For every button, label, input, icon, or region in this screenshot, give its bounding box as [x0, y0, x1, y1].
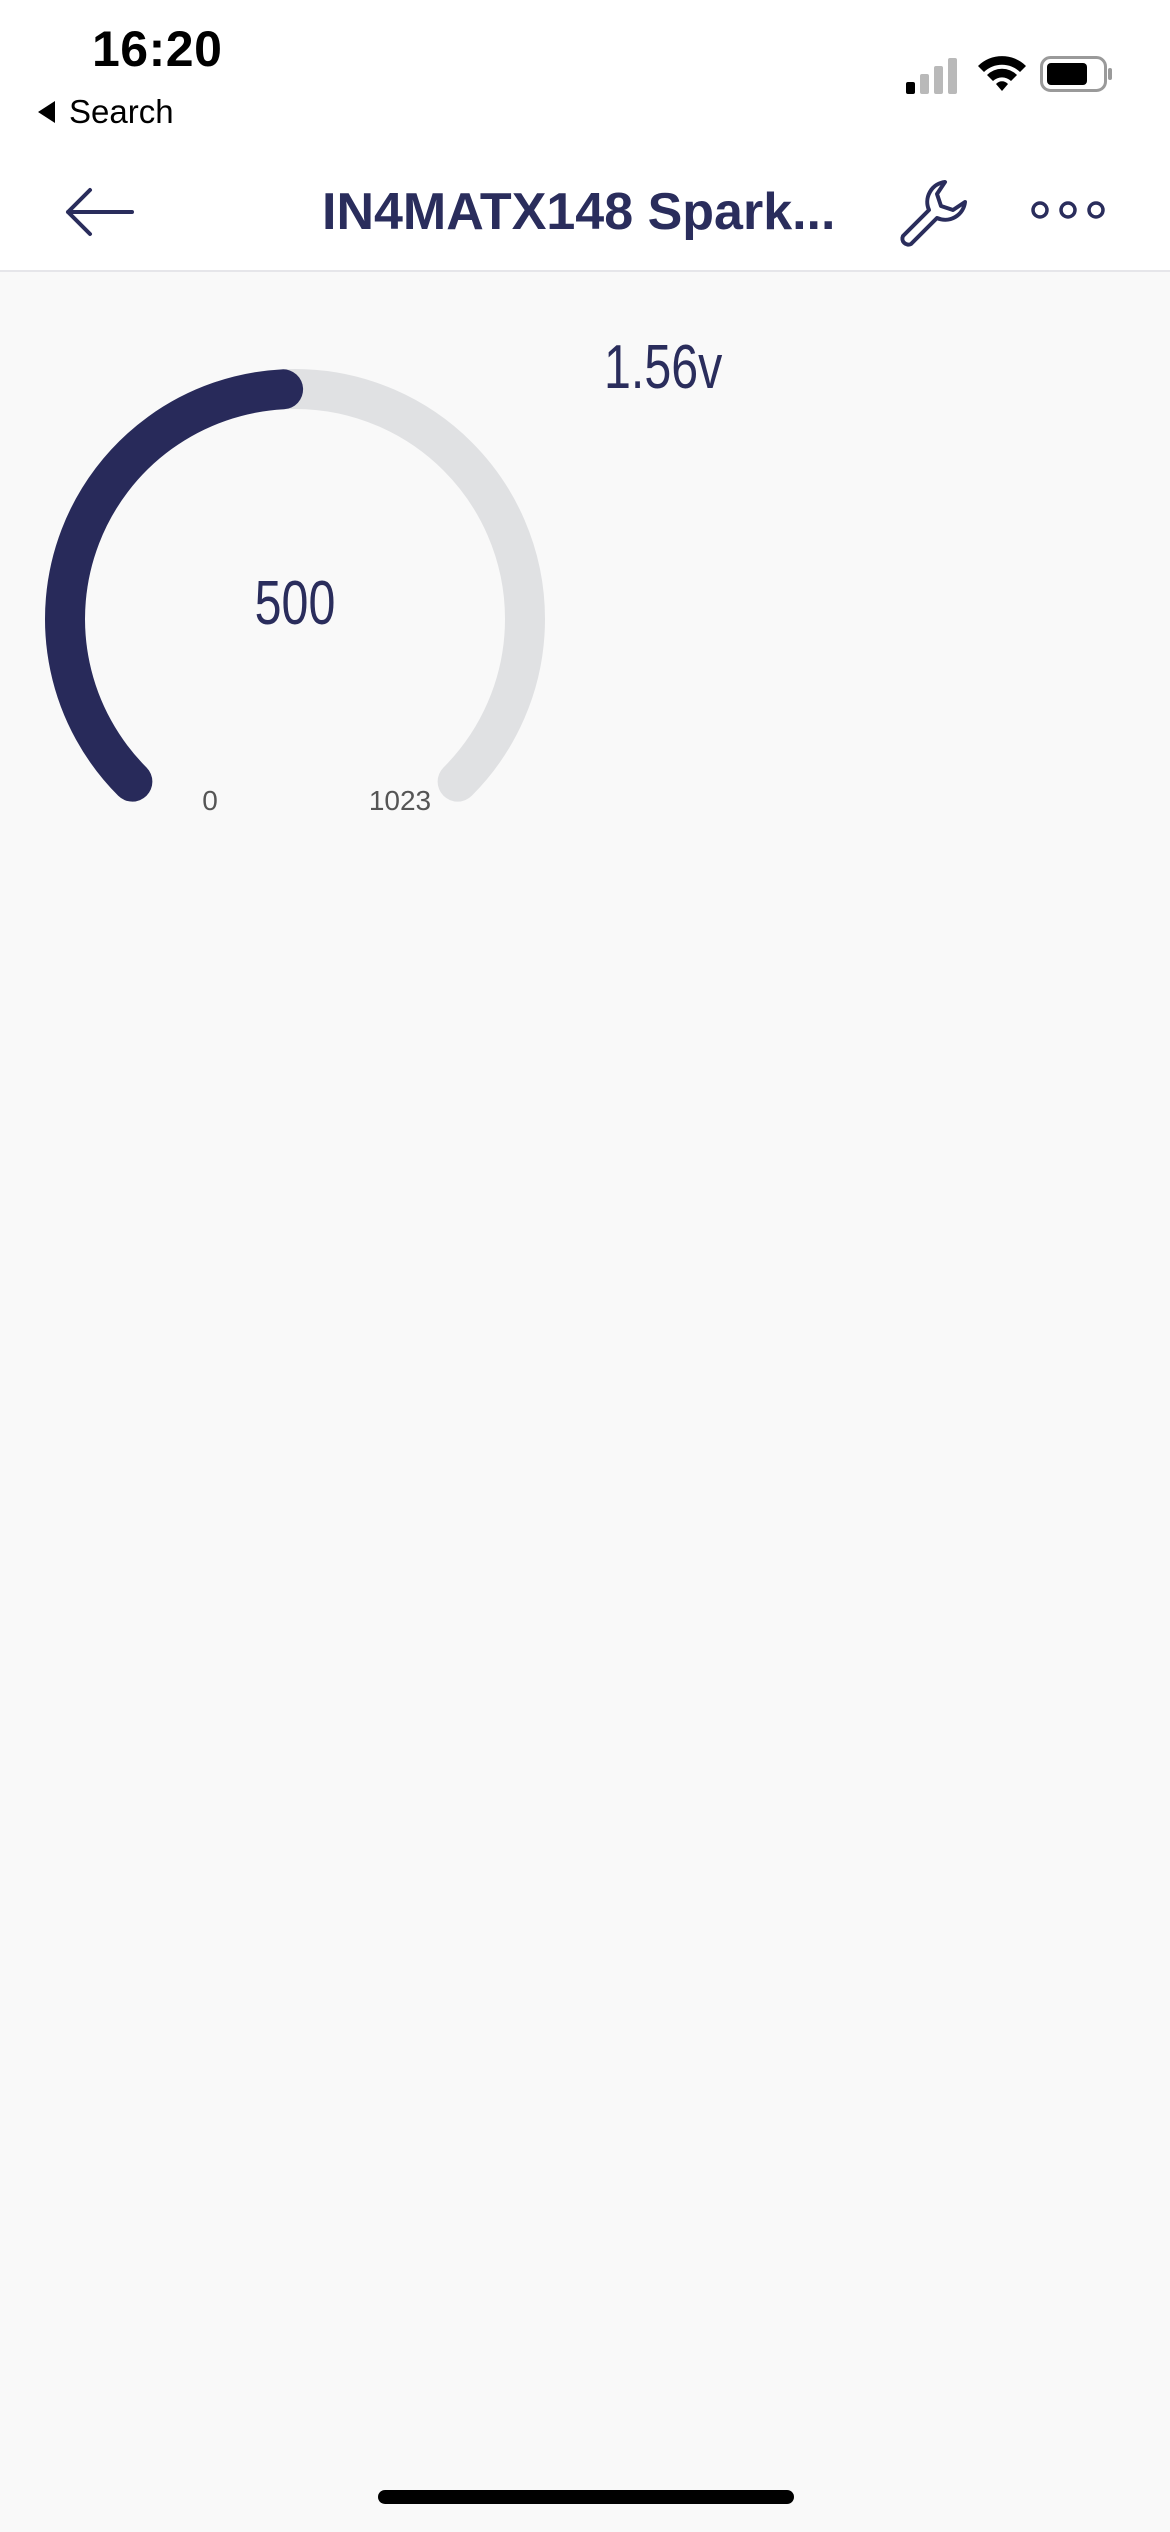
page-title: IN4MATX148 Spark...: [322, 183, 836, 241]
back-to-app-label: Search: [69, 93, 174, 130]
battery-icon: [1040, 56, 1112, 92]
wrench-icon[interactable]: [895, 176, 971, 252]
gauge-max-label: 1023: [368, 785, 432, 816]
gauge-min-label: 0: [202, 785, 218, 816]
home-indicator: [378, 2490, 794, 2504]
dashboard-canvas: 500 0 1023 1.56v: [0, 274, 1170, 2532]
wifi-icon: [978, 56, 1026, 91]
arrow-left-icon[interactable]: [62, 182, 138, 242]
back-to-app-link[interactable]: Search: [38, 90, 174, 134]
gauge-widget[interactable]: 500 0 1023: [40, 314, 560, 834]
more-dots-icon[interactable]: [1030, 190, 1106, 230]
gauge-value: 500: [254, 569, 336, 638]
status-bar: 16:20 Search: [0, 0, 1170, 150]
status-time: 16:20: [92, 21, 223, 77]
back-triangle-icon: [38, 101, 55, 123]
nav-bar: IN4MATX148 Spark...: [0, 150, 1170, 272]
app-screen: 16:20 Search IN4MATX148 Spark... 500 0 1…: [0, 0, 1170, 2532]
voltage-label-widget[interactable]: 1.56v: [604, 332, 722, 412]
cellular-signal-icon: [906, 56, 960, 94]
